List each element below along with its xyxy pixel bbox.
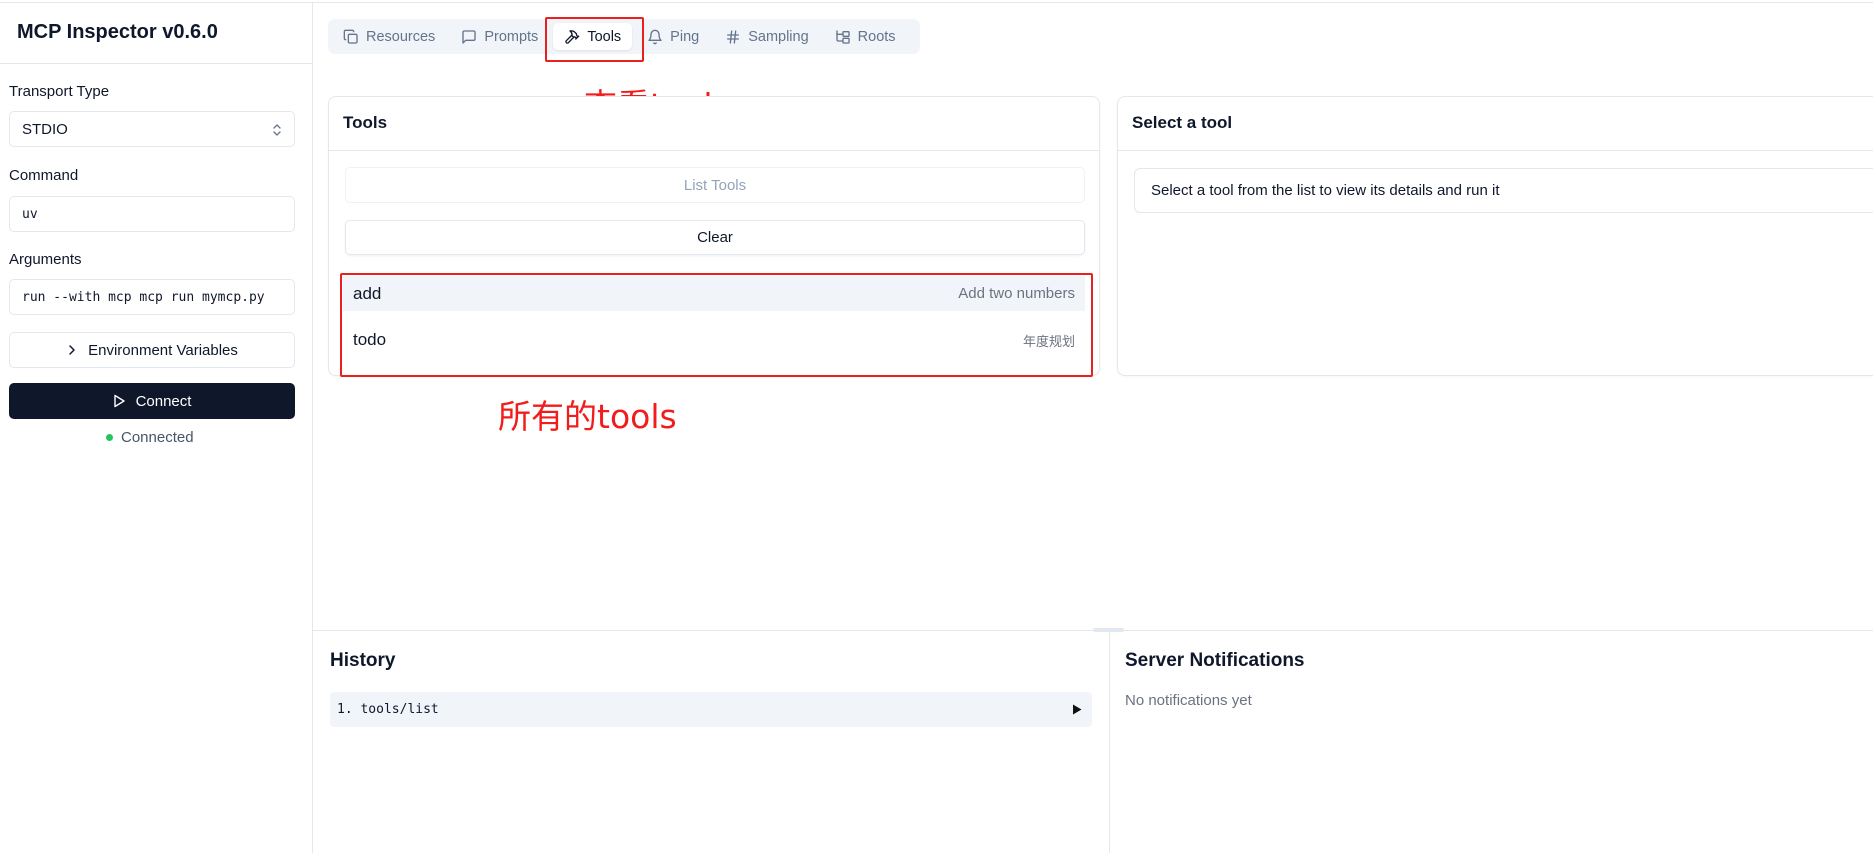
list-tools-button[interactable]: List Tools xyxy=(345,167,1085,203)
tab-resources-label: Resources xyxy=(366,28,436,45)
tab-sampling-label: Sampling xyxy=(748,28,809,45)
connect-button[interactable]: Connect xyxy=(9,383,295,419)
connection-status-text: Connected xyxy=(121,428,194,446)
command-label: Command xyxy=(9,167,79,184)
transport-type-value: STDIO xyxy=(22,120,68,138)
annotation-box-tools-list xyxy=(340,273,1093,377)
tab-roots[interactable]: Roots xyxy=(824,23,907,50)
arguments-input-field[interactable] xyxy=(22,289,282,305)
arguments-label: Arguments xyxy=(9,251,82,268)
tab-prompts-label: Prompts xyxy=(484,28,539,45)
sidebar-header-divider xyxy=(0,63,312,64)
expand-arrow-icon[interactable] xyxy=(1072,704,1082,715)
arguments-input[interactable] xyxy=(9,279,295,315)
server-notifications-title: Server Notifications xyxy=(1125,650,1305,671)
environment-variables-label: Environment Variables xyxy=(88,341,238,359)
command-input-field[interactable] xyxy=(22,206,282,222)
bell-icon xyxy=(648,29,662,44)
status-dot-icon xyxy=(106,433,113,441)
play-icon xyxy=(113,394,125,408)
environment-variables-button[interactable]: Environment Variables xyxy=(9,332,295,368)
tool-detail-placeholder: Select a tool from the list to view its … xyxy=(1134,168,1873,213)
command-input[interactable] xyxy=(9,196,295,232)
tab-ping-label: Ping xyxy=(670,28,700,45)
transport-type-label: Transport Type xyxy=(9,83,110,100)
tab-prompts[interactable]: Prompts xyxy=(450,23,549,50)
message-square-icon xyxy=(462,29,476,44)
hash-icon xyxy=(727,29,740,44)
annotation-all-tools: 所有的tools xyxy=(498,397,677,436)
folder-tree-icon xyxy=(835,29,850,44)
tab-resources[interactable]: Resources xyxy=(332,23,446,50)
tools-panel-title: Tools xyxy=(343,113,388,132)
tool-detail-panel: Select a tool Select a tool from the lis… xyxy=(1117,96,1873,376)
transport-type-select[interactable]: STDIO xyxy=(9,111,295,147)
tool-detail-divider xyxy=(1118,150,1873,151)
app-title: MCP Inspector v0.6.0 xyxy=(17,21,218,43)
connect-label: Connect xyxy=(135,392,192,410)
clear-button[interactable]: Clear xyxy=(345,220,1085,255)
history-item-label: 1. tools/list xyxy=(337,702,439,717)
notifications-empty-text: No notifications yet xyxy=(1125,692,1252,709)
bottom-pane-divider xyxy=(1109,631,1110,853)
tab-ping[interactable]: Ping xyxy=(636,23,710,50)
tab-sampling[interactable]: Sampling xyxy=(714,23,819,50)
annotation-box-tools-tab xyxy=(545,17,644,62)
files-icon xyxy=(343,29,358,44)
connection-status: Connected xyxy=(106,428,194,446)
chevron-right-icon xyxy=(69,345,75,355)
history-item[interactable]: 1. tools/list xyxy=(330,692,1092,727)
tool-detail-title: Select a tool xyxy=(1132,113,1233,132)
chevrons-up-down-icon xyxy=(273,124,281,136)
tab-roots-label: Roots xyxy=(857,28,896,45)
sidebar: MCP Inspector v0.6.0 Transport Type STDI… xyxy=(0,3,313,853)
tools-panel-divider xyxy=(329,150,1099,151)
history-title: History xyxy=(330,650,396,671)
